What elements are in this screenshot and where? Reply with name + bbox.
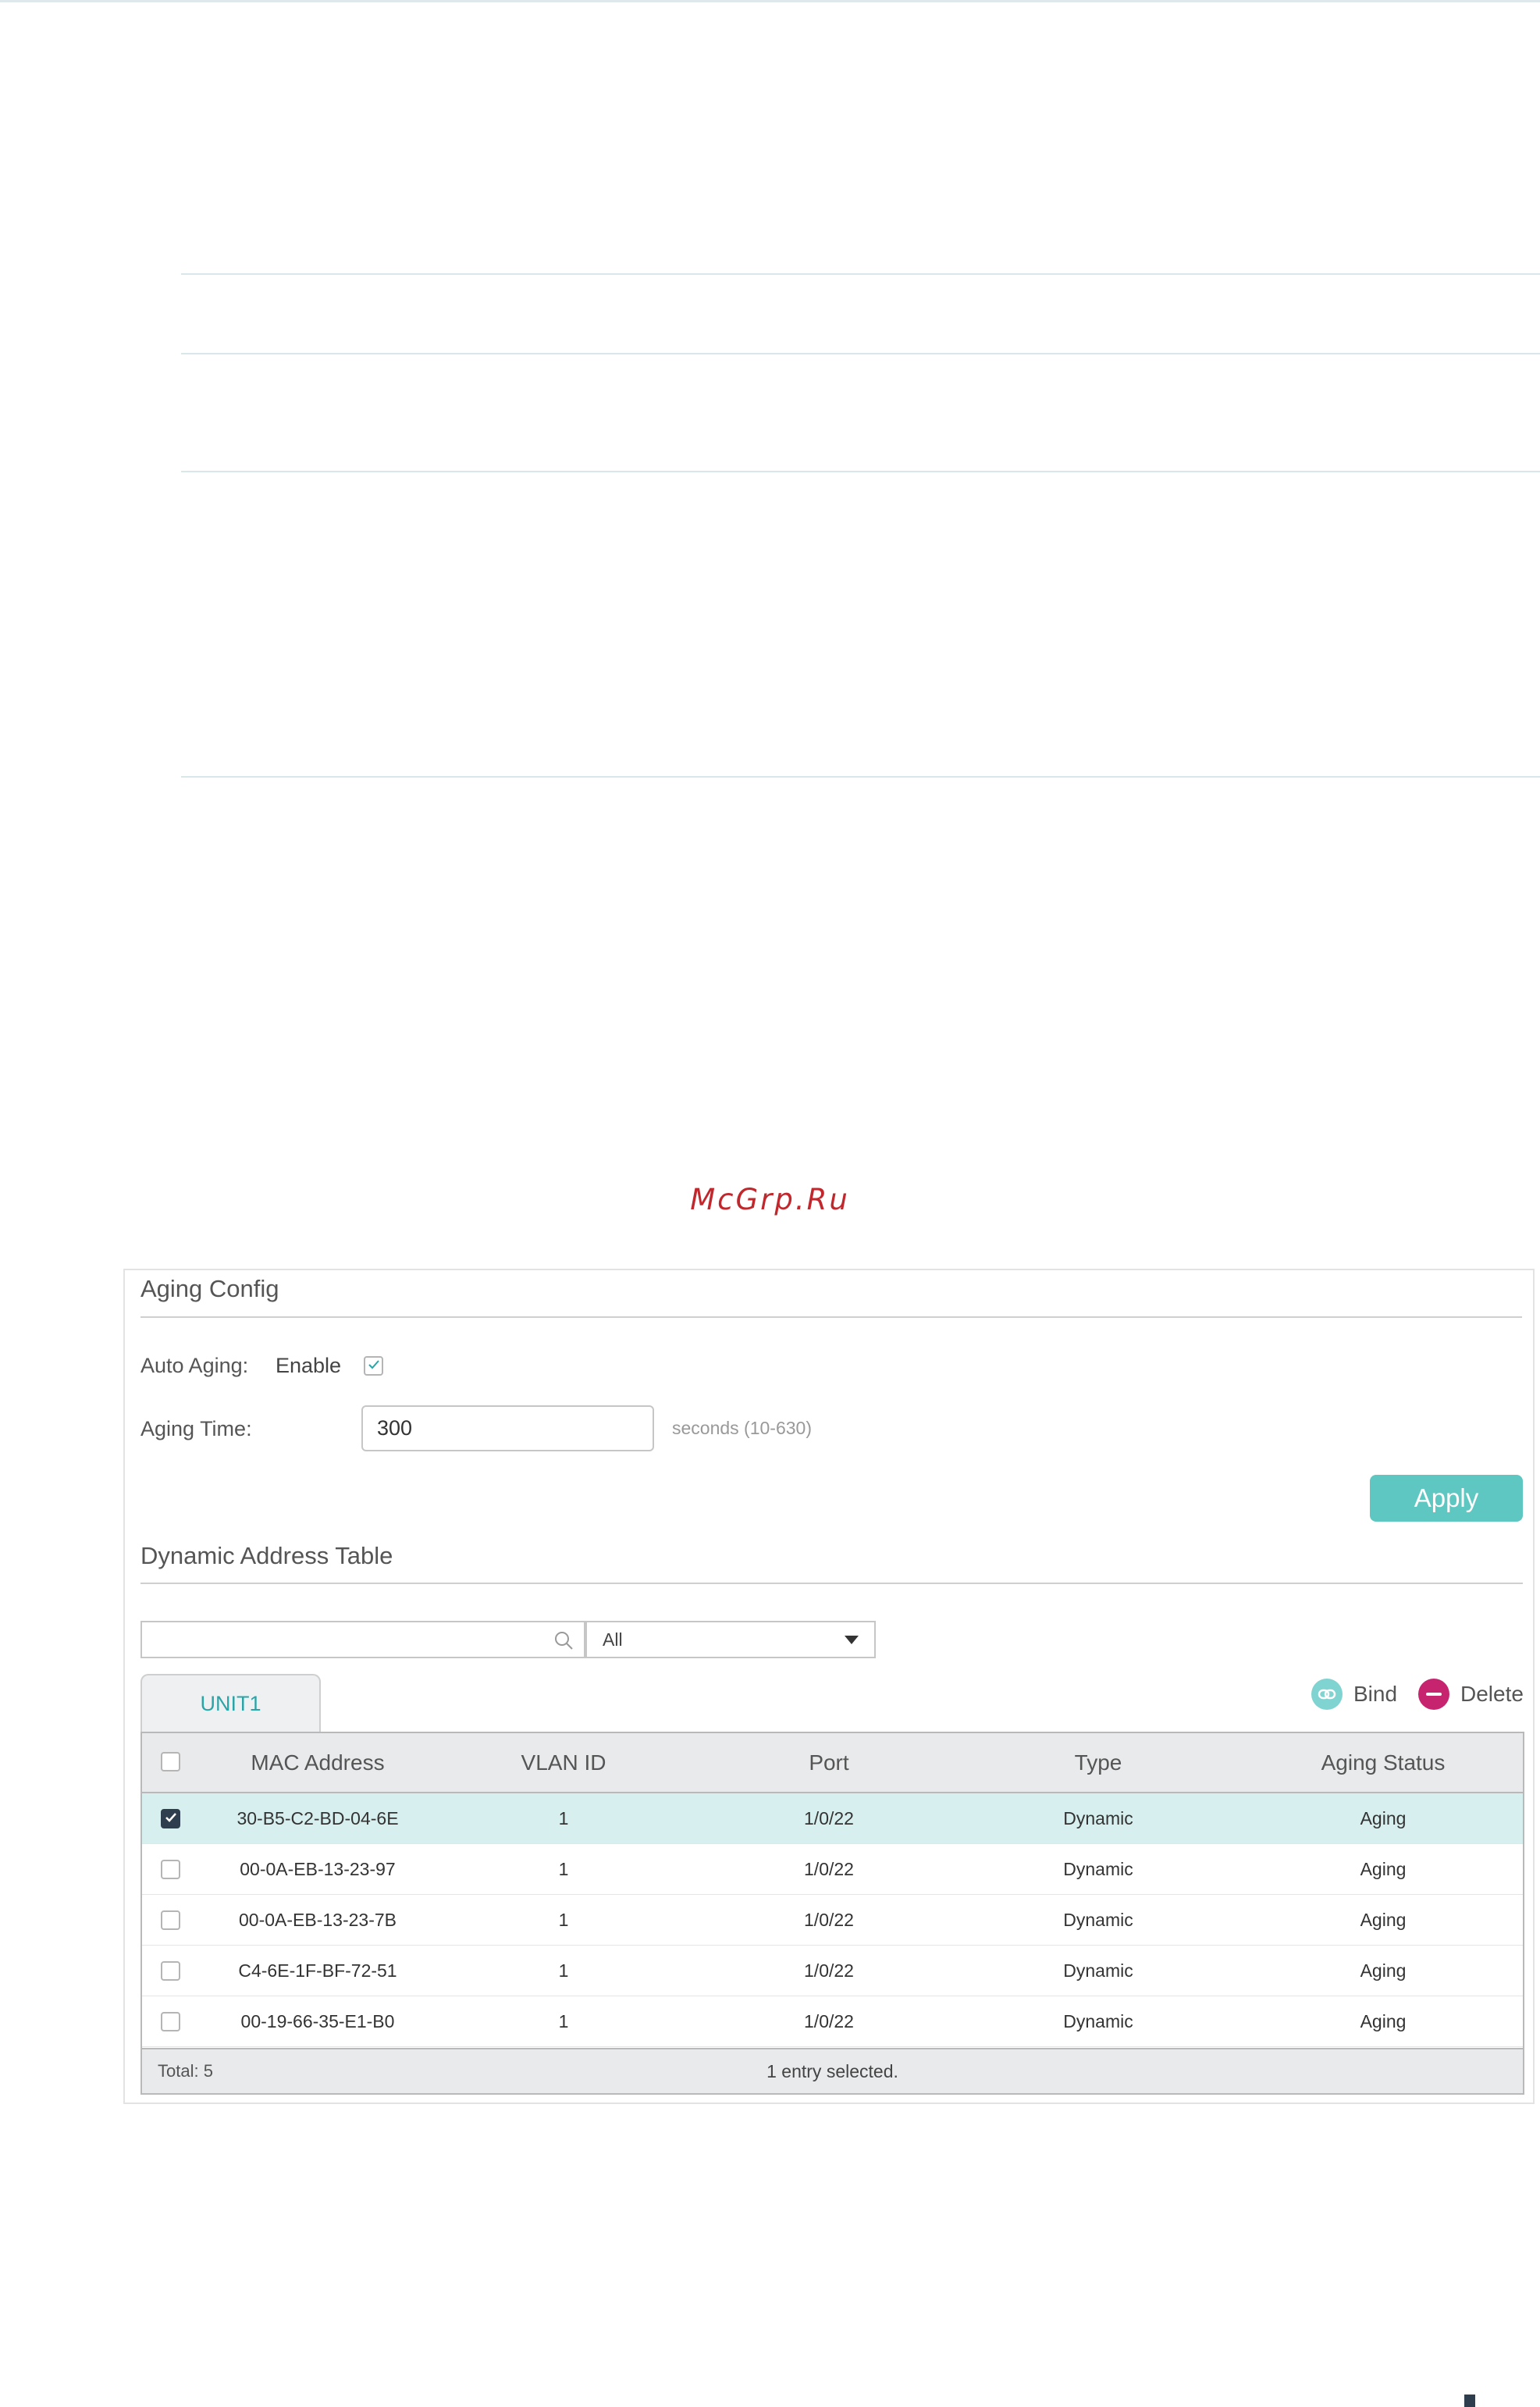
top-border-line: [0, 0, 1540, 2]
cell-aging-status: Aging: [1360, 1808, 1407, 1828]
auto-aging-label: Auto Aging:: [140, 1354, 249, 1377]
row-checkbox[interactable]: [161, 1809, 180, 1828]
column-header-mac: MAC Address: [251, 1750, 385, 1775]
dynamic-table-rule: [140, 1583, 1523, 1584]
cell-vlan: 1: [558, 2011, 569, 2031]
row-checkbox[interactable]: [161, 2012, 180, 2031]
apply-button[interactable]: Apply: [1370, 1475, 1523, 1522]
filter-select-value: All: [603, 1629, 623, 1650]
watermark-text: McGrp.Ru: [690, 1183, 850, 1216]
cell-vlan: 1: [558, 1910, 569, 1930]
link-icon: [1311, 1679, 1343, 1710]
dynamic-table-title: Dynamic Address Table: [140, 1542, 393, 1569]
cell-port: 1/0/22: [804, 1808, 854, 1828]
column-header-aging-status: Aging Status: [1321, 1750, 1446, 1775]
cell-type: Dynamic: [1063, 2011, 1133, 2031]
table-footer: Total: 5 1 entry selected.: [142, 2048, 1523, 2093]
divider-1: [181, 273, 1540, 275]
cell-mac: 00-0A-EB-13-23-97: [240, 1859, 396, 1879]
search-icon[interactable]: [553, 1629, 574, 1651]
aging-config-rule: [140, 1316, 1522, 1318]
cell-port: 1/0/22: [804, 2011, 854, 2031]
table-row[interactable]: 00-0A-EB-13-23-97 1 1/0/22 Dynamic Aging: [142, 1844, 1523, 1895]
cell-vlan: 1: [558, 1859, 569, 1879]
cell-mac: C4-6E-1F-BF-72-51: [238, 1960, 397, 1981]
cell-type: Dynamic: [1063, 1960, 1133, 1981]
cell-port: 1/0/22: [804, 1960, 854, 1981]
delete-button[interactable]: Delete: [1418, 1679, 1524, 1710]
select-all-checkbox[interactable]: [161, 1752, 180, 1771]
column-header-port: Port: [809, 1750, 849, 1775]
cell-vlan: 1: [558, 1808, 569, 1828]
aging-time-hint: seconds (10-630): [672, 1418, 812, 1438]
row-checkbox[interactable]: [161, 1961, 180, 1981]
row-checkbox[interactable]: [161, 1860, 180, 1879]
divider-3: [181, 471, 1540, 472]
enable-label: Enable: [276, 1354, 342, 1377]
minus-circle-icon: [1418, 1679, 1449, 1710]
delete-label: Delete: [1460, 1682, 1524, 1706]
enable-checkbox[interactable]: [364, 1356, 383, 1376]
dynamic-address-table: MAC Address VLAN ID Port Type Aging Stat…: [140, 1732, 1524, 2095]
tab-unit1[interactable]: UNIT1: [140, 1674, 321, 1733]
check-icon: [165, 1813, 176, 1822]
divider-4: [181, 776, 1540, 778]
cell-mac: 00-19-66-35-E1-B0: [240, 2011, 395, 2031]
selection-info: 1 entry selected.: [766, 2061, 898, 2081]
column-header-vlan: VLAN ID: [521, 1750, 606, 1775]
table-header: MAC Address VLAN ID Port Type Aging Stat…: [142, 1733, 1523, 1793]
aging-config-title: Aging Config: [140, 1275, 279, 1302]
cell-type: Dynamic: [1063, 1910, 1133, 1930]
page-corner-mark: [1464, 2395, 1475, 2407]
column-header-type: Type: [1074, 1750, 1122, 1775]
cell-mac: 00-0A-EB-13-23-7B: [239, 1910, 397, 1930]
check-icon: [368, 1360, 379, 1369]
cell-aging-status: Aging: [1360, 1859, 1407, 1879]
table-row[interactable]: 00-0A-EB-13-23-7B 1 1/0/22 Dynamic Aging: [142, 1895, 1523, 1946]
search-input[interactable]: [140, 1621, 585, 1658]
cell-port: 1/0/22: [804, 1859, 854, 1879]
cell-mac: 30-B5-C2-BD-04-6E: [237, 1808, 399, 1828]
table-row[interactable]: 00-19-66-35-E1-B0 1 1/0/22 Dynamic Aging: [142, 1996, 1523, 2047]
divider-2: [181, 353, 1540, 354]
row-checkbox[interactable]: [161, 1910, 180, 1930]
filter-select[interactable]: All: [585, 1621, 876, 1658]
aging-time-input[interactable]: 300: [361, 1405, 654, 1451]
cell-aging-status: Aging: [1360, 2011, 1407, 2031]
cell-port: 1/0/22: [804, 1910, 854, 1930]
bind-label: Bind: [1353, 1682, 1398, 1706]
chevron-down-icon: [845, 1636, 859, 1644]
cell-type: Dynamic: [1063, 1808, 1133, 1828]
table-row[interactable]: C4-6E-1F-BF-72-51 1 1/0/22 Dynamic Aging: [142, 1946, 1523, 1996]
cell-type: Dynamic: [1063, 1859, 1133, 1879]
table-row[interactable]: 30-B5-C2-BD-04-6E 1 1/0/22 Dynamic Aging: [142, 1793, 1523, 1844]
bind-button[interactable]: Bind: [1311, 1679, 1397, 1710]
cell-vlan: 1: [558, 1960, 569, 1981]
cell-aging-status: Aging: [1360, 1960, 1407, 1981]
aging-time-label: Aging Time:: [140, 1417, 252, 1440]
cell-aging-status: Aging: [1360, 1910, 1407, 1930]
